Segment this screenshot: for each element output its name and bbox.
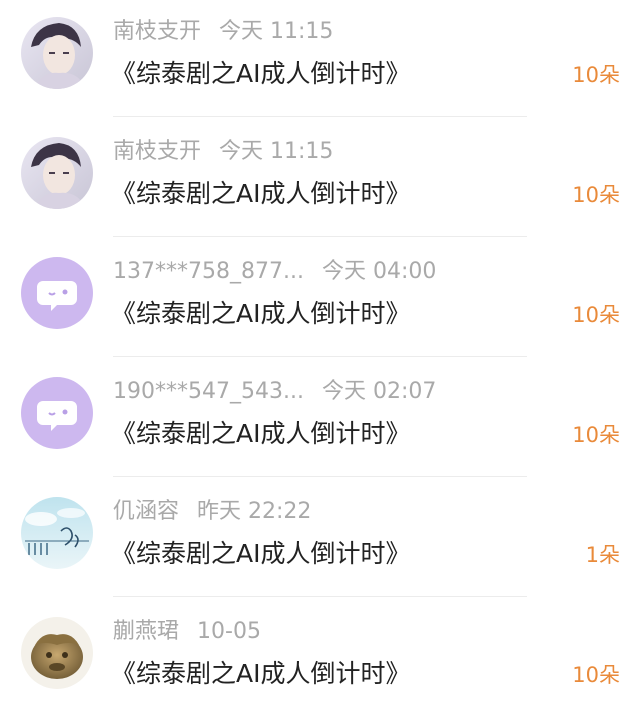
book-title[interactable]: 《综泰剧之AI成人倒计时》: [111, 177, 410, 211]
default-chat-bubble-avatar-icon: [21, 377, 93, 449]
gift-record-row[interactable]: 137***758_877... 今天 04:00 《综泰剧之AI成人倒计时》 1…: [0, 237, 640, 357]
book-title[interactable]: 《综泰剧之AI成人倒计时》: [111, 417, 410, 451]
user-avatar[interactable]: [21, 377, 93, 449]
user-name[interactable]: 仉涵容: [113, 497, 179, 527]
user-avatar[interactable]: [21, 17, 93, 89]
user-name[interactable]: 190***547_543...: [113, 377, 304, 407]
book-title[interactable]: 《综泰剧之AI成人倒计时》: [111, 657, 410, 691]
gift-time: 今天 04:00: [321, 259, 437, 284]
book-title[interactable]: 《综泰剧之AI成人倒计时》: [111, 297, 410, 331]
gift-record-row[interactable]: 南枝支开 今天 11:15 《综泰剧之AI成人倒计时》 10朵: [0, 117, 640, 237]
record-meta: 南枝支开 今天 11:15: [113, 137, 333, 167]
portrait-avatar-icon: [21, 137, 93, 209]
record-meta: 137***758_877... 今天 04:00: [113, 257, 436, 287]
gift-time: 今天 11:15: [219, 19, 334, 44]
gift-record-row[interactable]: 南枝支开 今天 11:15 《综泰剧之AI成人倒计时》 10朵: [0, 0, 640, 117]
user-name[interactable]: 137***758_877...: [113, 257, 304, 287]
book-title[interactable]: 《综泰剧之AI成人倒计时》: [111, 537, 410, 571]
user-name[interactable]: 南枝支开: [113, 137, 201, 167]
gift-record-row[interactable]: 190***547_543... 今天 02:07 《综泰剧之AI成人倒计时》 1…: [0, 357, 640, 477]
sky-landscape-avatar-icon: [21, 497, 93, 569]
user-avatar[interactable]: [21, 617, 93, 689]
default-chat-bubble-avatar-icon: [21, 257, 93, 329]
record-meta: 蒯燕珺 10-05: [113, 617, 261, 647]
user-avatar[interactable]: [21, 257, 93, 329]
gift-time: 昨天 22:22: [197, 499, 312, 524]
flower-amount: 10朵: [572, 63, 620, 87]
gift-record-list: 南枝支开 今天 11:15 《综泰剧之AI成人倒计时》 10朵 南枝支开 今天 …: [0, 0, 640, 720]
portrait-avatar-icon: [21, 17, 93, 89]
record-meta: 190***547_543... 今天 02:07: [113, 377, 436, 407]
user-avatar[interactable]: [21, 137, 93, 209]
gift-time: 10-05: [197, 619, 261, 644]
flower-amount: 10朵: [572, 303, 620, 327]
flower-amount: 10朵: [572, 183, 620, 207]
gift-record-row[interactable]: 蒯燕珺 10-05 《综泰剧之AI成人倒计时》 10朵: [0, 597, 640, 717]
gift-time: 今天 11:15: [219, 139, 334, 164]
record-meta: 仉涵容 昨天 22:22: [113, 497, 311, 527]
flower-amount: 10朵: [572, 663, 620, 687]
user-name[interactable]: 蒯燕珺: [113, 617, 179, 647]
book-title[interactable]: 《综泰剧之AI成人倒计时》: [111, 57, 410, 91]
flower-amount: 1朵: [585, 543, 620, 567]
user-avatar[interactable]: [21, 497, 93, 569]
gift-record-row[interactable]: 仉涵容 昨天 22:22 《综泰剧之AI成人倒计时》 1朵: [0, 477, 640, 597]
figurine-avatar-icon: [21, 617, 93, 689]
user-name[interactable]: 南枝支开: [113, 17, 201, 47]
flower-amount: 10朵: [572, 423, 620, 447]
record-meta: 南枝支开 今天 11:15: [113, 17, 333, 47]
gift-time: 今天 02:07: [321, 379, 437, 404]
